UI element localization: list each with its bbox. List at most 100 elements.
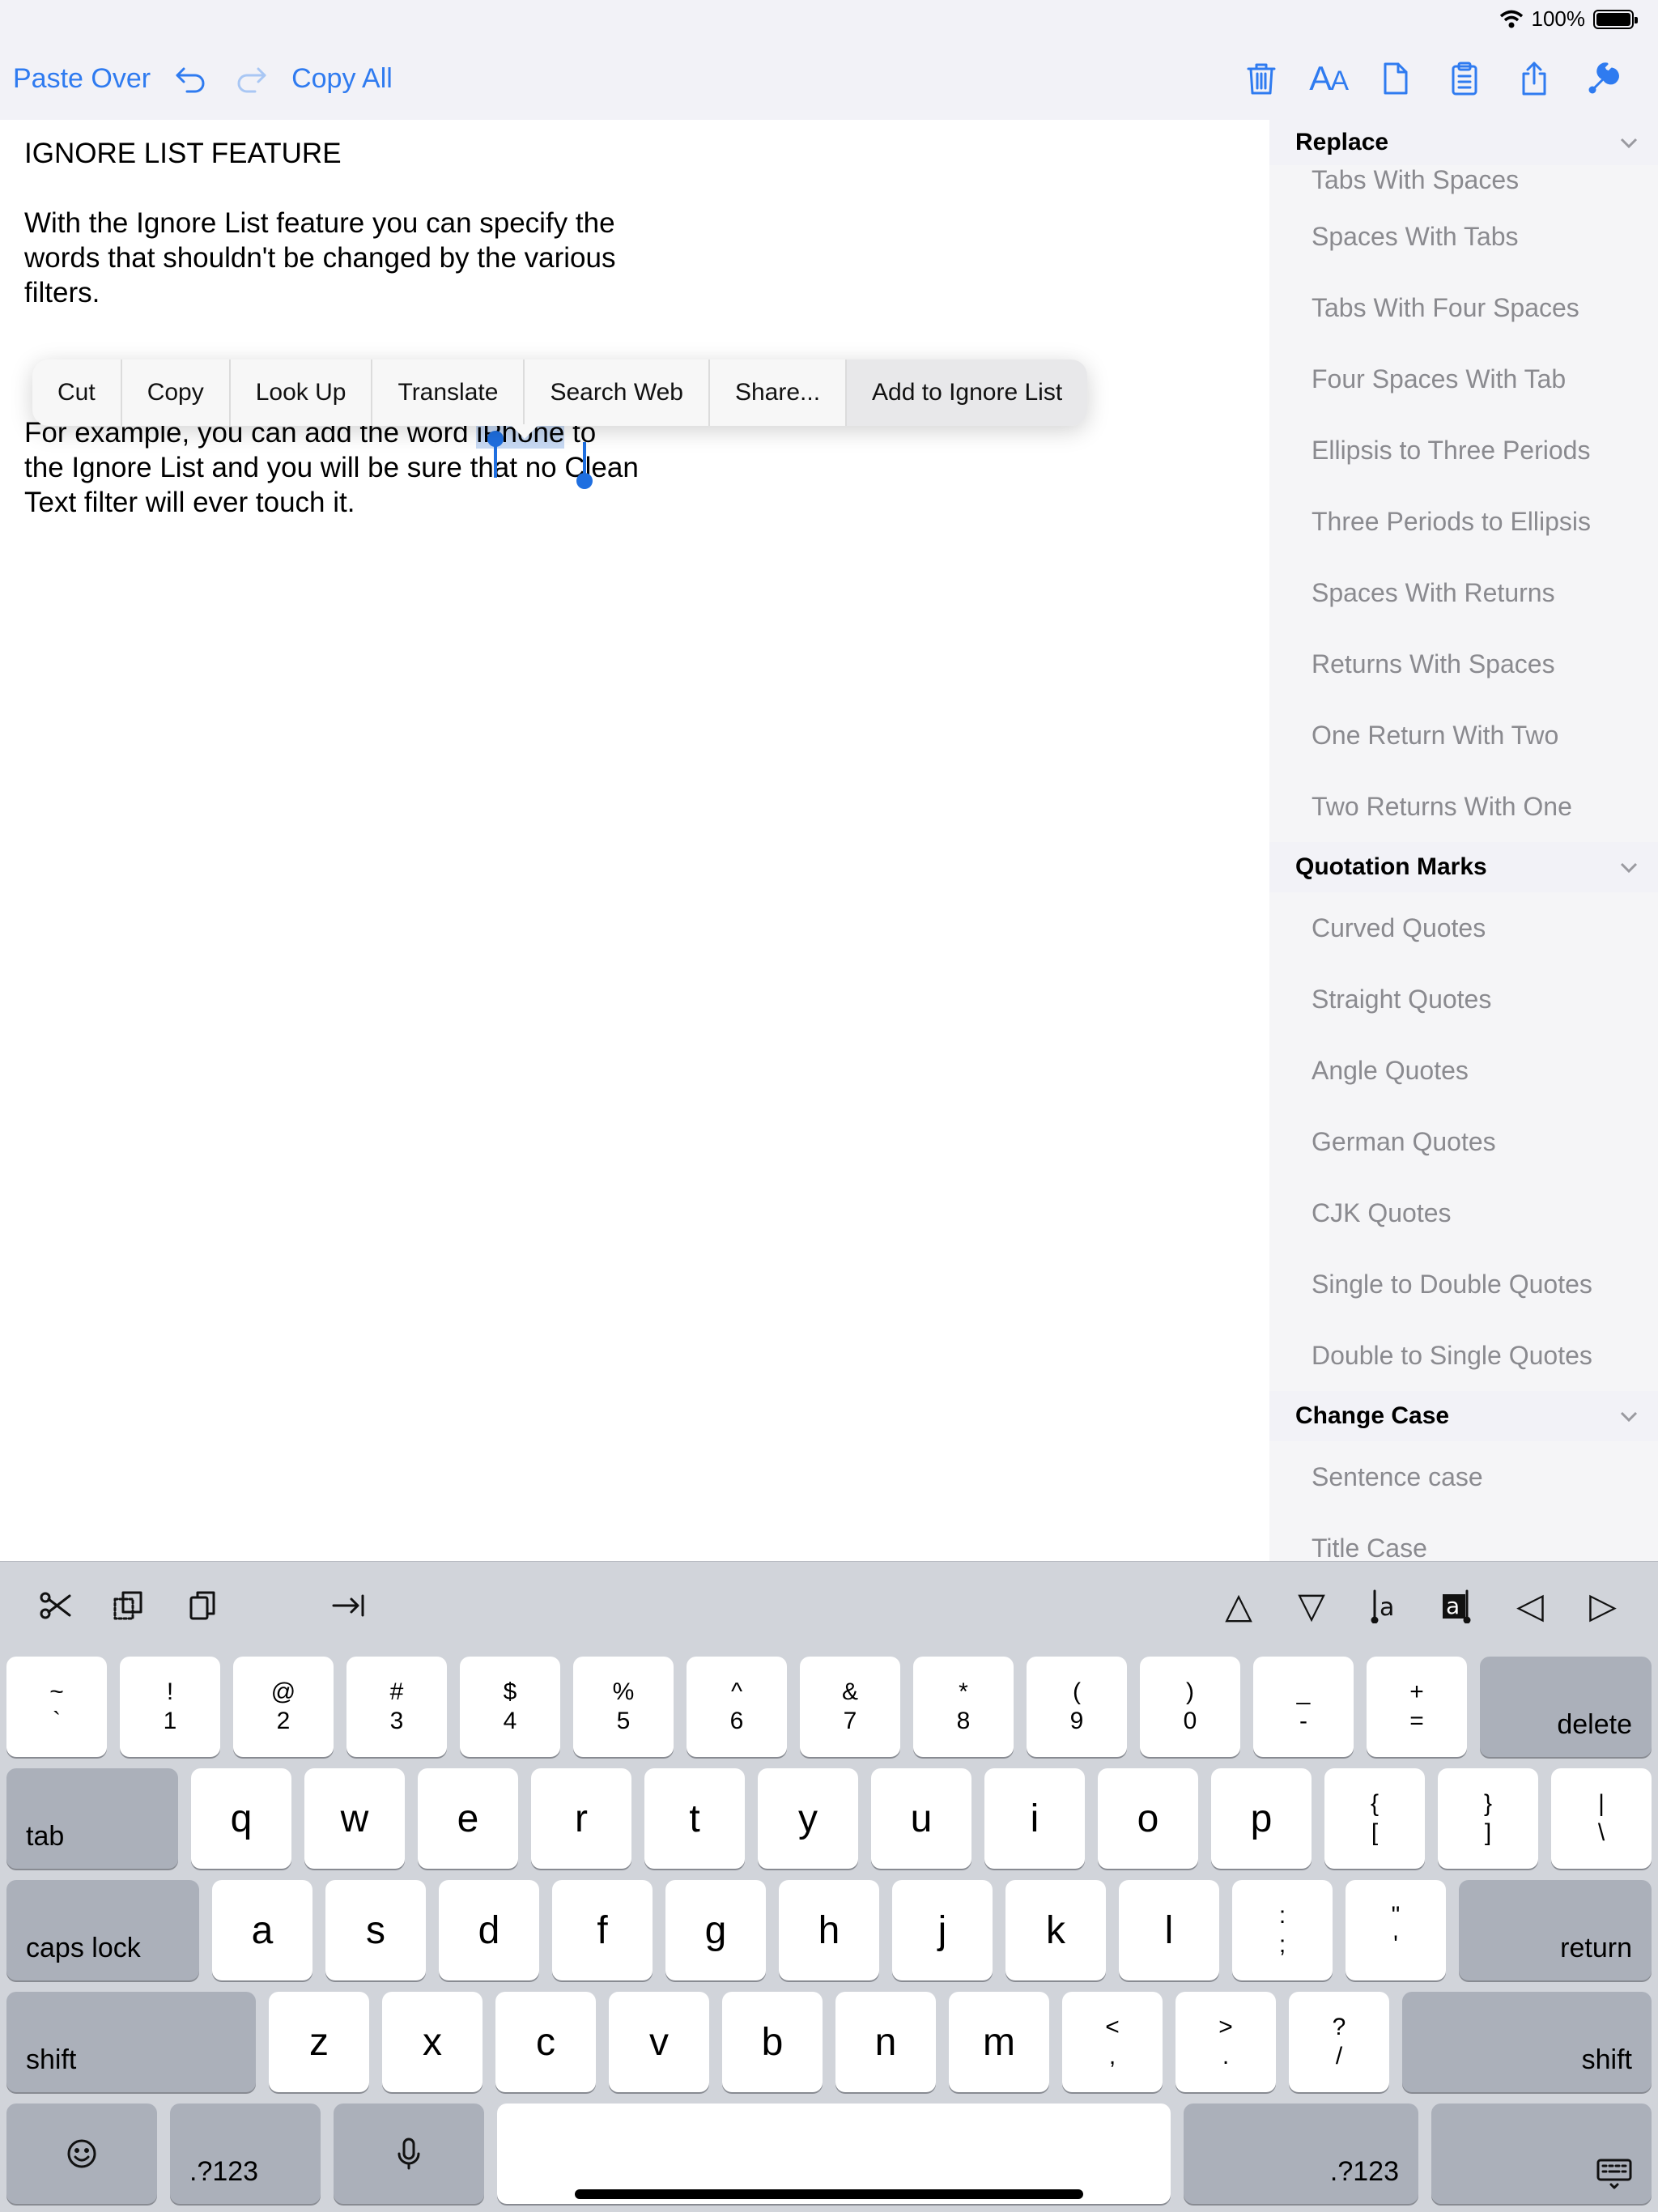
filter-item[interactable]: One Return With Two (1269, 700, 1658, 771)
key-d[interactable]: d (439, 1880, 539, 1980)
return-key[interactable]: return (1459, 1880, 1652, 1980)
home-indicator[interactable] (575, 2189, 1083, 2199)
key-o[interactable]: o (1098, 1768, 1198, 1869)
section-header-change-case[interactable]: Change Case (1269, 1391, 1658, 1441)
filter-item[interactable]: Title Case (1269, 1512, 1658, 1561)
key-7[interactable]: & 7 (800, 1657, 900, 1757)
key-n[interactable]: n (835, 1992, 936, 2092)
trash-icon[interactable] (1239, 57, 1283, 100)
tab-indent-icon[interactable] (324, 1581, 372, 1630)
filter-item[interactable]: Tabs With Spaces (1269, 165, 1658, 201)
section-header-replace[interactable]: Replace (1269, 120, 1658, 165)
key-f[interactable]: f (552, 1880, 653, 1980)
key-k[interactable]: k (1005, 1880, 1106, 1980)
copy-all-button[interactable]: Copy All (291, 63, 393, 95)
redo-icon[interactable] (230, 57, 274, 100)
key-e[interactable]: e (418, 1768, 518, 1869)
filter-item[interactable]: Single to Double Quotes (1269, 1249, 1658, 1320)
arrow-right-icon[interactable]: ▷ (1579, 1581, 1627, 1630)
wrench-icon[interactable] (1582, 57, 1626, 100)
arrow-down-icon[interactable]: ▽ (1287, 1581, 1336, 1630)
menu-share[interactable]: Share... (710, 359, 848, 426)
key-m[interactable]: m (949, 1992, 1049, 2092)
filter-item[interactable]: Returns With Spaces (1269, 628, 1658, 700)
filter-item[interactable]: German Quotes (1269, 1106, 1658, 1177)
key-left-bracket[interactable]: {[ (1324, 1768, 1425, 1869)
tab-key[interactable]: tab (6, 1768, 178, 1869)
left-shift-key[interactable]: shift (6, 1992, 256, 2092)
paste-over-button[interactable]: Paste Over (13, 63, 151, 95)
key-comma[interactable]: <, (1062, 1992, 1163, 2092)
document-icon[interactable] (1373, 57, 1417, 100)
editor-text[interactable]: IGNORE LIST FEATURE With the Ignore List… (24, 136, 640, 555)
emoji-key[interactable] (6, 2104, 157, 2204)
key-c[interactable]: c (495, 1992, 596, 2092)
filter-item[interactable]: Two Returns With One (1269, 771, 1658, 842)
filter-item[interactable]: Tabs With Four Spaces (1269, 272, 1658, 343)
key-right-bracket[interactable]: }] (1438, 1768, 1538, 1869)
key-y[interactable]: y (758, 1768, 858, 1869)
menu-cut[interactable]: Cut (32, 359, 122, 426)
text-editor[interactable]: IGNORE LIST FEATURE With the Ignore List… (0, 120, 1269, 1561)
key-q[interactable]: q (191, 1768, 291, 1869)
key-3[interactable]: #3 (346, 1657, 447, 1757)
key-5[interactable]: % 5 (573, 1657, 674, 1757)
key-backtick[interactable]: ~ ` (6, 1657, 107, 1757)
menu-search-web[interactable]: Search Web (525, 359, 710, 426)
share-icon[interactable] (1512, 57, 1556, 100)
section-header-quotation-marks[interactable]: Quotation Marks (1269, 842, 1658, 892)
key-backslash[interactable]: | \ (1551, 1768, 1652, 1869)
menu-translate[interactable]: Translate (372, 359, 525, 426)
key-z[interactable]: z (269, 1992, 369, 2092)
clipboard-icon[interactable] (1443, 57, 1486, 100)
paste-icon[interactable] (178, 1581, 227, 1630)
key-u[interactable]: u (871, 1768, 971, 1869)
key-2[interactable]: @2 (233, 1657, 334, 1757)
key-g[interactable]: g (665, 1880, 766, 1980)
key-l[interactable]: l (1119, 1880, 1219, 1980)
key-1[interactable]: ! 1 (120, 1657, 220, 1757)
right-shift-key[interactable]: shift (1402, 1992, 1652, 2092)
key-v[interactable]: v (609, 1992, 709, 2092)
key-h[interactable]: h (779, 1880, 879, 1980)
key-b[interactable]: b (722, 1992, 823, 2092)
key-8[interactable]: * 8 (913, 1657, 1014, 1757)
delete-key[interactable]: delete (1480, 1657, 1652, 1757)
key-6[interactable]: ^ 6 (687, 1657, 787, 1757)
key-w[interactable]: w (304, 1768, 405, 1869)
filter-item[interactable]: Straight Quotes (1269, 963, 1658, 1035)
filter-item[interactable]: CJK Quotes (1269, 1177, 1658, 1249)
key-p[interactable]: p (1211, 1768, 1312, 1869)
scissors-icon[interactable] (31, 1581, 79, 1630)
key-quote[interactable]: " ' (1346, 1880, 1446, 1980)
arrow-up-icon[interactable]: △ (1214, 1581, 1263, 1630)
numbers-switch-key-left[interactable]: .?123 (170, 2104, 321, 2204)
filter-item[interactable]: Angle Quotes (1269, 1035, 1658, 1106)
dictation-key[interactable] (334, 2104, 484, 2204)
key-x[interactable]: x (382, 1992, 483, 2092)
key-i[interactable]: i (984, 1768, 1085, 1869)
key-9[interactable]: (9 (1027, 1657, 1127, 1757)
key-semicolon[interactable]: :; (1232, 1880, 1333, 1980)
numbers-switch-key-right[interactable]: .?123 (1184, 2104, 1418, 2204)
filter-item[interactable]: Double to Single Quotes (1269, 1320, 1658, 1391)
menu-copy[interactable]: Copy (122, 359, 231, 426)
filter-item[interactable]: Spaces With Returns (1269, 557, 1658, 628)
text-size-button[interactable]: AA (1309, 59, 1349, 98)
undo-icon[interactable] (168, 57, 212, 100)
key-r[interactable]: r (531, 1768, 631, 1869)
menu-add-to-ignore-list[interactable]: Add to Ignore List (847, 359, 1088, 426)
filter-item[interactable]: Curved Quotes (1269, 892, 1658, 963)
key-equals[interactable]: + = (1367, 1657, 1467, 1757)
filter-item[interactable]: Three Periods to Ellipsis (1269, 486, 1658, 557)
key-0[interactable]: ) 0 (1140, 1657, 1240, 1757)
key-period[interactable]: >. (1175, 1992, 1276, 2092)
copy-icon[interactable] (104, 1581, 152, 1630)
key-a[interactable]: a (212, 1880, 312, 1980)
key-4[interactable]: $4 (460, 1657, 560, 1757)
hide-keyboard-key[interactable] (1431, 2104, 1652, 2204)
filter-item[interactable]: Sentence case (1269, 1441, 1658, 1512)
key-minus[interactable]: _ - (1253, 1657, 1354, 1757)
key-t[interactable]: t (644, 1768, 745, 1869)
key-slash[interactable]: ? / (1289, 1992, 1389, 2092)
